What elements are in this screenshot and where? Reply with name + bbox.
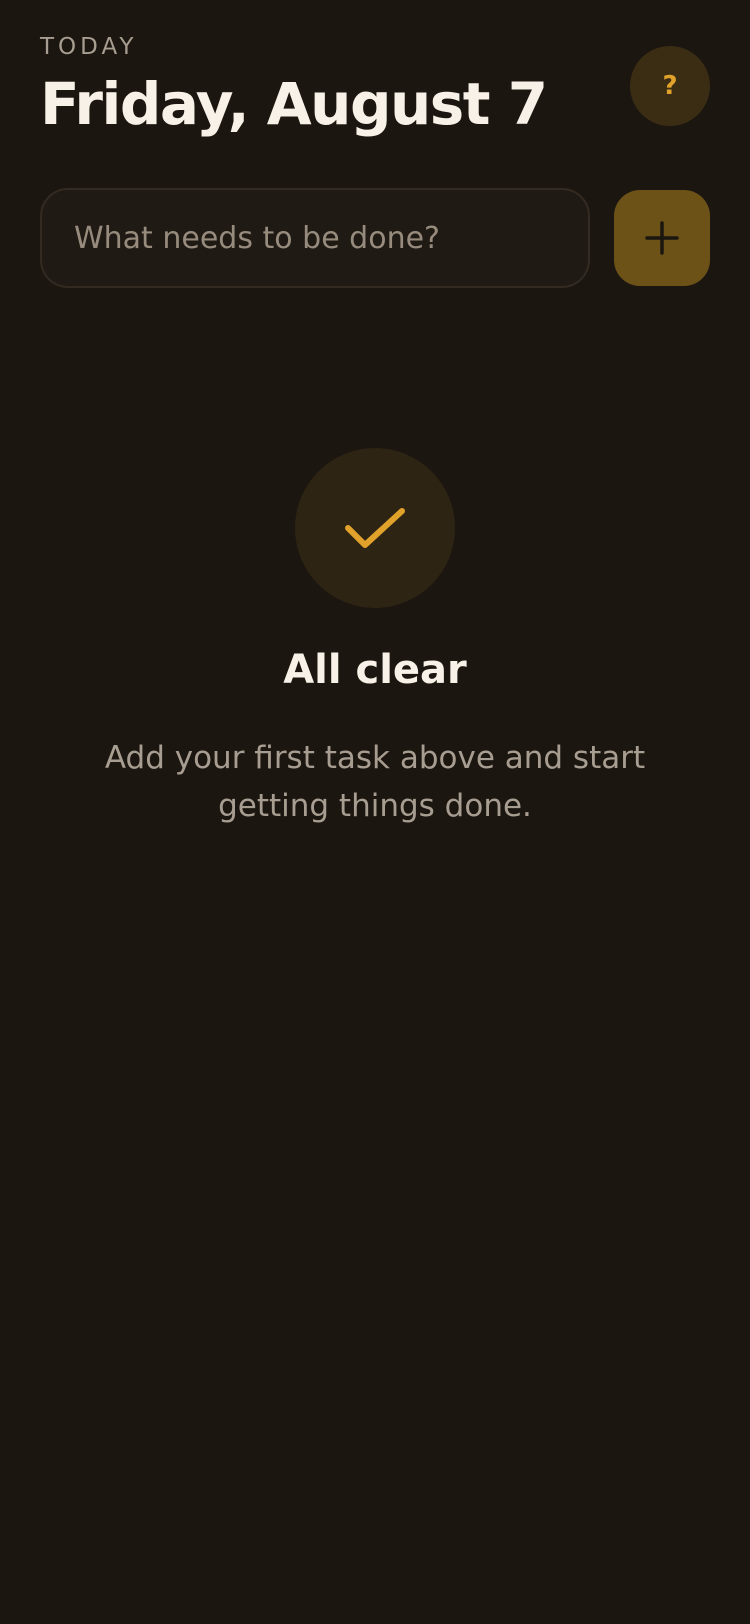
empty-state-title: All clear xyxy=(283,647,467,693)
add-task-button[interactable] xyxy=(614,190,710,286)
empty-state: All clear Add your first task above and … xyxy=(40,448,710,830)
page-header: TODAY Friday, August 7 xyxy=(40,32,710,142)
page-title: Friday, August 7 xyxy=(40,70,548,138)
empty-state-badge xyxy=(295,448,455,608)
app-screen: TODAY Friday, August 7 ? All clear Add y… xyxy=(0,0,750,1624)
checkmark-icon xyxy=(345,508,405,548)
empty-state-subtitle: Add your first task above and start gett… xyxy=(104,740,646,824)
date-eyebrow: TODAY xyxy=(40,34,138,60)
task-composer xyxy=(40,188,710,288)
plus-icon xyxy=(645,221,679,255)
help-button[interactable]: ? xyxy=(630,46,710,126)
task-input[interactable] xyxy=(40,188,590,288)
question-mark-icon: ? xyxy=(662,71,678,101)
